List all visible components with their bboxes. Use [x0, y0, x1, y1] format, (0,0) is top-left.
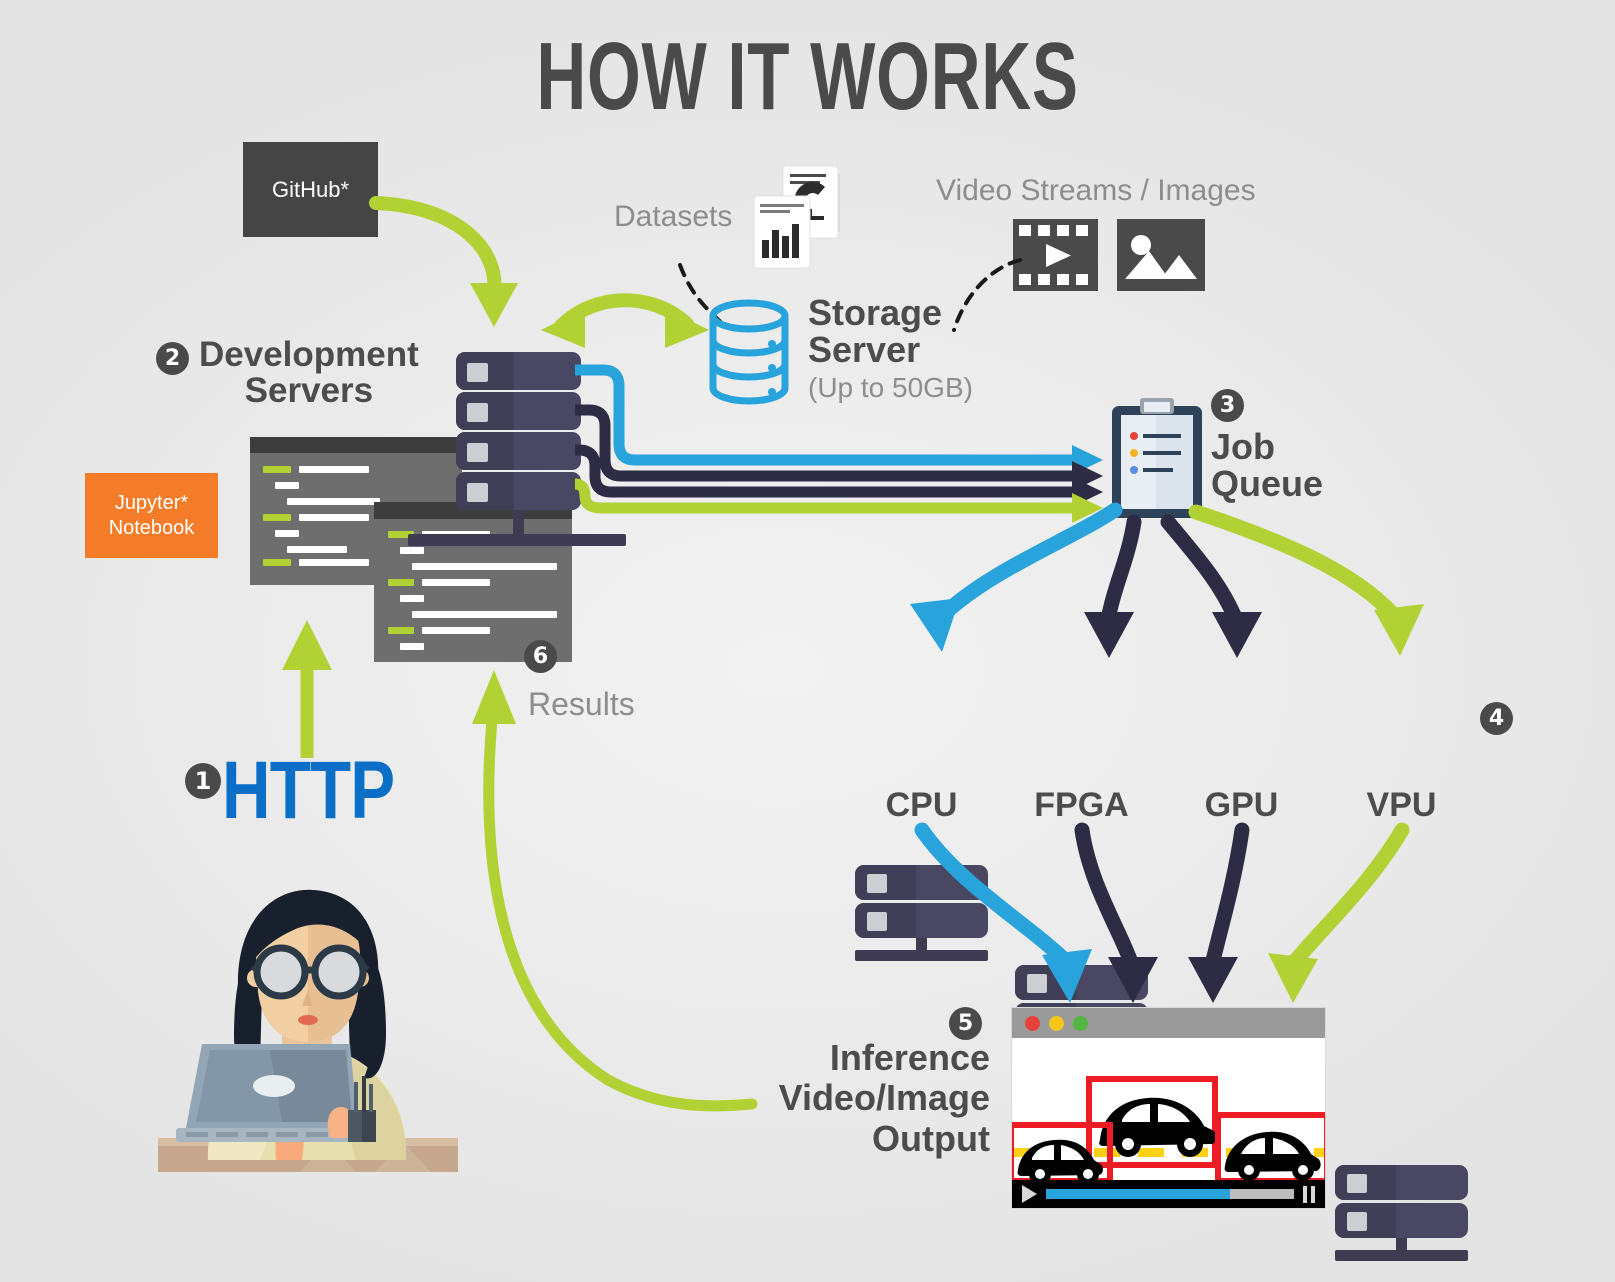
- person-at-laptop-illustration: [150, 860, 480, 1180]
- progress-track[interactable]: [1046, 1189, 1294, 1199]
- badge-step-5: 5: [949, 1007, 982, 1040]
- badge-step-4-number: 4: [1488, 706, 1505, 731]
- badge-step-1: 1: [185, 763, 221, 799]
- rack-stand-base: [408, 534, 626, 546]
- badge-step-1-number: 1: [194, 767, 212, 795]
- job-queue-title: Job Queue: [1211, 428, 1323, 502]
- results-label: Results: [528, 686, 635, 722]
- badge-step-6-number: 6: [532, 644, 549, 669]
- github-label: GitHub*: [271, 176, 350, 202]
- compute-node-gpu-label: GPU: [1204, 786, 1279, 824]
- rack-stand-leg: [513, 510, 524, 537]
- page-title: HOW IT WORKS: [536, 23, 1079, 130]
- compute-node-vpu-label: VPU: [1366, 786, 1437, 824]
- compute-node-vpu[interactable]: [1335, 1165, 1468, 1265]
- github-source-box[interactable]: GitHub*: [243, 142, 378, 237]
- results-arrow: [472, 670, 758, 1112]
- development-servers-label-line1: Development: [199, 335, 419, 374]
- badge-step-2-number: 2: [164, 346, 181, 371]
- rack-unit: [456, 392, 581, 430]
- compute-node-fpga-label: FPGA: [1034, 786, 1129, 824]
- rack-unit: [456, 472, 581, 510]
- dev-to-queue-pipes: [574, 364, 1103, 523]
- window-dot-close[interactable]: [1025, 1015, 1040, 1031]
- code-window-back-titlebar: [250, 437, 462, 453]
- window-dot-minimize[interactable]: [1049, 1015, 1064, 1031]
- player-window-chrome: [1012, 1008, 1325, 1038]
- badge-step-4: 4: [1480, 702, 1513, 735]
- pause-icon[interactable]: [1303, 1185, 1315, 1203]
- rack-unit: [456, 432, 581, 470]
- badge-step-3: 3: [1211, 389, 1244, 422]
- development-server-rack[interactable]: [408, 352, 626, 546]
- badge-step-2: 2: [156, 342, 189, 375]
- progress-fill: [1046, 1189, 1230, 1199]
- rack-unit: [1335, 1203, 1468, 1238]
- badge-step-6: 6: [524, 640, 557, 673]
- http-label: HTTP: [222, 745, 395, 836]
- inference-output-player[interactable]: [1012, 1008, 1325, 1208]
- compute-to-output-arrows: [914, 822, 1410, 1003]
- http-arrow: [282, 620, 332, 758]
- queue-to-compute-arrows: [910, 502, 1424, 658]
- inference-output-title-line3: Output: [872, 1117, 990, 1159]
- badge-step-5-number: 5: [957, 1011, 974, 1036]
- storage-server-title-line1: Storage: [808, 292, 943, 333]
- rack-unit: [456, 352, 581, 390]
- picture-icon: [1117, 219, 1205, 296]
- rack-unit: [1335, 1165, 1468, 1200]
- compute-node-cpu-label: CPU: [885, 786, 958, 824]
- play-icon[interactable]: [1022, 1185, 1037, 1203]
- jupyter-label-line1: Jupyter*: [114, 492, 189, 515]
- dev-storage-bidirectional-arrow: [541, 293, 709, 348]
- jupyter-label-line2: Notebook: [108, 516, 195, 539]
- car-icon: [1224, 1131, 1321, 1180]
- job-queue-title-line1: Job: [1211, 426, 1276, 467]
- development-servers-label-line2: Servers: [244, 371, 374, 411]
- datasets-label: Datasets: [614, 200, 733, 233]
- badge-step-3-number: 3: [1219, 393, 1236, 418]
- development-servers-label: Development Servers: [199, 335, 419, 411]
- video-streams-label: Video Streams / Images: [936, 174, 1256, 207]
- player-video-screen: [1012, 1038, 1325, 1180]
- player-control-bar[interactable]: [1012, 1180, 1325, 1208]
- window-dot-maximize[interactable]: [1073, 1015, 1088, 1031]
- job-queue-title-line2: Queue: [1211, 463, 1324, 505]
- jupyter-notebook-box[interactable]: Jupyter* Notebook: [85, 473, 218, 558]
- rack-stand-base: [1335, 1250, 1468, 1261]
